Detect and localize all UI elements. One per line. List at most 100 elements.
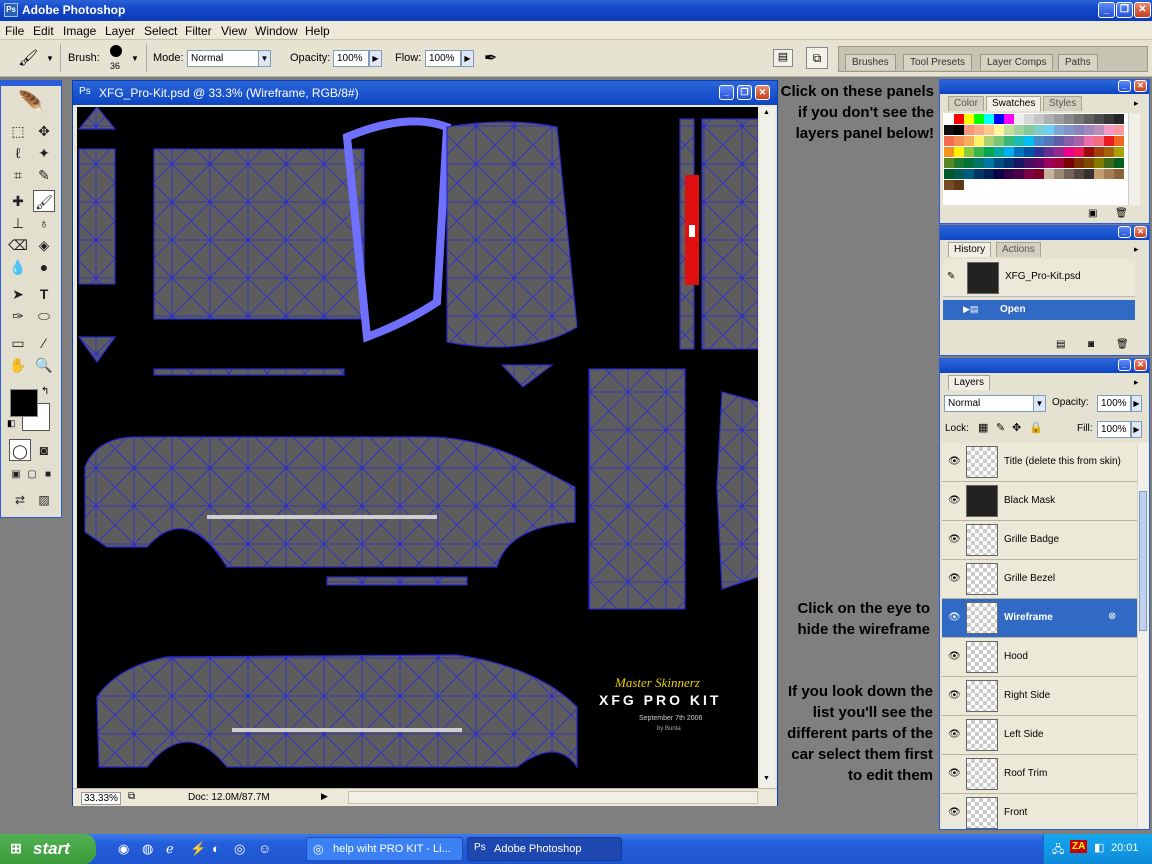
history-brush-icon[interactable]: ♁ <box>33 212 55 234</box>
new-swatch-icon[interactable]: ▣ <box>1088 208 1097 219</box>
color-swatch[interactable] <box>944 125 954 135</box>
tab-tool-presets[interactable]: Tool Presets <box>903 54 973 70</box>
color-swatch[interactable] <box>1004 147 1014 157</box>
color-swatch[interactable] <box>964 114 974 124</box>
lock-transparency-icon[interactable]: ▦ <box>978 421 988 434</box>
color-swatch[interactable] <box>994 114 1004 124</box>
color-swatch[interactable] <box>964 136 974 146</box>
color-swatch[interactable] <box>1054 114 1064 124</box>
move-tool-icon[interactable]: ✥ <box>33 120 55 142</box>
color-swatch[interactable] <box>944 147 954 157</box>
color-swatch[interactable] <box>1064 114 1074 124</box>
new-snapshot-icon[interactable]: ◙ <box>1088 339 1094 350</box>
color-swatch[interactable] <box>1104 158 1114 168</box>
color-swatch[interactable] <box>954 125 964 135</box>
scroll-up-icon[interactable]: ▲ <box>763 109 770 116</box>
tab-swatches[interactable]: Swatches <box>986 96 1042 111</box>
color-swatch[interactable] <box>984 169 994 179</box>
maximize-button[interactable]: ❐ <box>1116 2 1133 18</box>
color-swatch[interactable] <box>1024 147 1034 157</box>
color-swatch[interactable] <box>994 169 1004 179</box>
layer-row[interactable]: 👁 Hood <box>942 638 1137 677</box>
color-swatch[interactable] <box>974 114 984 124</box>
color-swatch[interactable] <box>1084 158 1094 168</box>
color-swatch[interactable] <box>974 147 984 157</box>
menu-layer[interactable]: Layer <box>105 24 135 38</box>
lock-all-icon[interactable]: 🔒 <box>1029 421 1043 434</box>
menu-help[interactable]: Help <box>305 24 330 38</box>
layer-link-icon[interactable]: ⊗ <box>1108 611 1116 622</box>
layer-row[interactable]: 👁 Roof Trim <box>942 755 1137 794</box>
color-swatch[interactable] <box>1064 125 1074 135</box>
color-swatch[interactable] <box>1044 125 1054 135</box>
tab-actions[interactable]: Actions <box>996 242 1041 257</box>
panel-menu-icon[interactable]: ▸ <box>1134 98 1139 109</box>
history-snapshot[interactable]: ✎ XFG_Pro-Kit.psd <box>943 259 1135 297</box>
color-swatch[interactable] <box>1074 114 1084 124</box>
dodge-tool-icon[interactable]: ● <box>33 256 55 278</box>
color-swatch[interactable] <box>964 147 974 157</box>
history-panel-titlebar[interactable]: _ ✕ <box>940 226 1149 240</box>
layer-visibility-eye-icon[interactable]: 👁 <box>948 690 961 701</box>
menu-view[interactable]: View <box>221 24 247 38</box>
layer-opacity-field[interactable]: 100% <box>1097 395 1131 412</box>
color-swatch[interactable] <box>964 158 974 168</box>
panel-minimize-button[interactable]: _ <box>1118 359 1131 371</box>
color-swatch[interactable] <box>974 125 984 135</box>
color-swatch[interactable] <box>1104 136 1114 146</box>
color-swatch[interactable] <box>944 158 954 168</box>
feather-logo-icon[interactable]: 🪶 <box>9 90 55 116</box>
desktop-icon[interactable]: ◉ <box>118 841 129 857</box>
layer-row[interactable]: 👁 Grille Badge <box>942 521 1137 560</box>
file-browser-icon[interactable]: ▤ <box>773 49 793 67</box>
menu-select[interactable]: Select <box>144 24 177 38</box>
color-swatch[interactable] <box>954 114 964 124</box>
tool-preset-dropdown-icon[interactable]: ▼ <box>46 54 54 63</box>
layer-row[interactable]: 👁 Grille Bezel <box>942 560 1137 599</box>
color-swatch[interactable] <box>1114 169 1124 179</box>
color-swatch[interactable] <box>994 136 1004 146</box>
doc-maximize-button[interactable]: ❐ <box>737 85 752 100</box>
slice-tool-icon[interactable]: ✎ <box>33 164 55 186</box>
status-menu-icon[interactable]: ▶ <box>321 791 328 802</box>
layers-panel-titlebar[interactable]: _ ✕ <box>940 359 1149 373</box>
layer-row[interactable]: 👁 Left Side <box>942 716 1137 755</box>
foreground-color-swatch[interactable] <box>10 389 38 417</box>
color-swatch[interactable] <box>944 180 954 190</box>
color-swatch[interactable] <box>1094 158 1104 168</box>
color-swatch[interactable] <box>994 158 1004 168</box>
brush-preview-icon[interactable] <box>110 45 122 57</box>
blend-mode-select[interactable]: Normal <box>944 395 1034 412</box>
winamp-icon[interactable]: ⚡ <box>190 841 206 857</box>
color-swatch[interactable] <box>1054 147 1064 157</box>
palette-well-icon[interactable]: ⧉ <box>806 47 828 69</box>
zoom-tool-icon[interactable]: 🔍 <box>33 354 55 376</box>
zoom-field[interactable]: 33.33% <box>81 792 121 805</box>
color-swatch[interactable] <box>1044 169 1054 179</box>
brush-dropdown-icon[interactable]: ▼ <box>131 54 139 63</box>
flow-field[interactable]: 100% <box>425 50 461 67</box>
color-swatch[interactable] <box>954 158 964 168</box>
color-swatch[interactable] <box>954 147 964 157</box>
color-swatch[interactable] <box>984 147 994 157</box>
zonealarm-icon[interactable]: ZA <box>1070 840 1088 853</box>
color-swatch[interactable] <box>974 136 984 146</box>
crop-tool-icon[interactable]: ⌗ <box>7 164 29 186</box>
eyedropper-icon[interactable]: ⁄ <box>33 332 55 354</box>
layer-visibility-eye-icon[interactable]: 👁 <box>948 456 961 467</box>
brush-tool-icon[interactable]: 🖌 <box>18 48 38 68</box>
tab-history[interactable]: History <box>948 242 992 257</box>
panel-menu-icon[interactable]: ▸ <box>1134 377 1139 388</box>
tab-paths[interactable]: Paths <box>1058 54 1098 70</box>
color-swatch[interactable] <box>984 125 994 135</box>
tab-brushes[interactable]: Brushes <box>845 54 896 70</box>
color-swatch[interactable] <box>984 136 994 146</box>
color-swatch[interactable] <box>964 169 974 179</box>
lock-position-icon[interactable]: ✥ <box>1012 421 1021 434</box>
color-swatch[interactable] <box>1014 158 1024 168</box>
color-swatch[interactable] <box>1044 147 1054 157</box>
panel-menu-icon[interactable]: ▸ <box>1134 244 1139 255</box>
color-swatch[interactable] <box>1094 169 1104 179</box>
color-swatch[interactable] <box>1014 169 1024 179</box>
color-swatch[interactable] <box>984 158 994 168</box>
